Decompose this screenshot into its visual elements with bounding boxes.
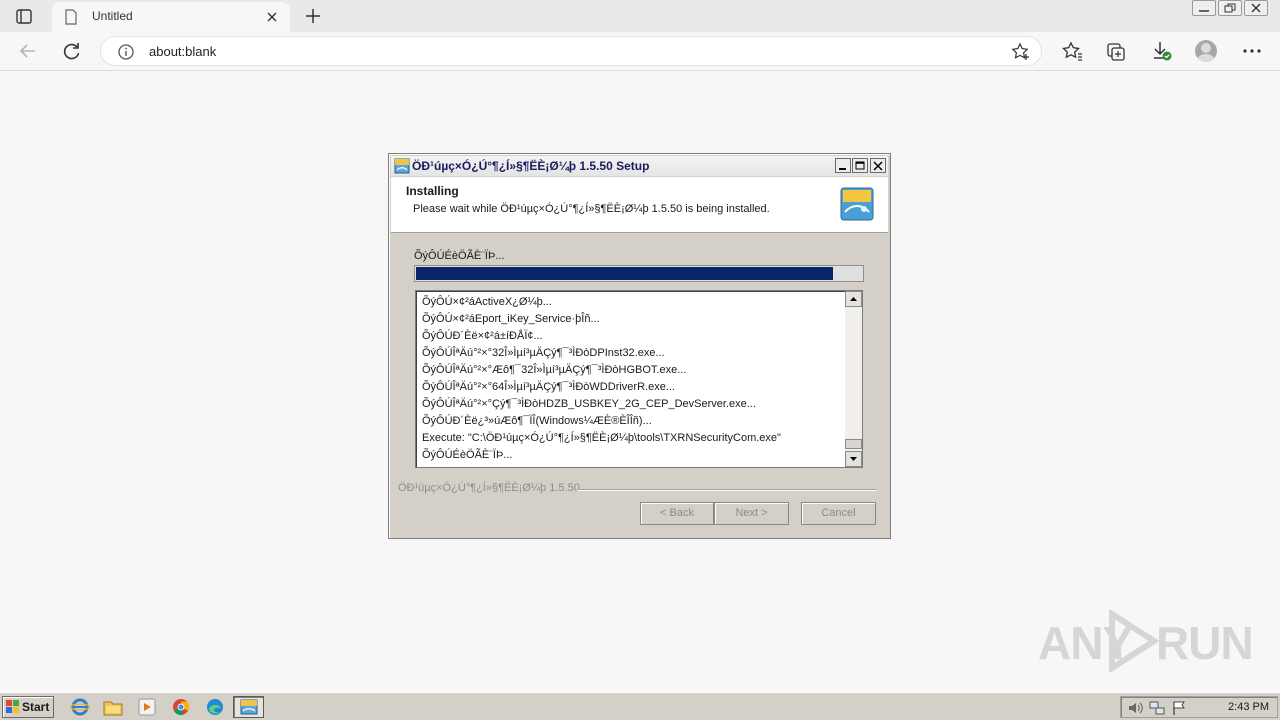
install-status-text: ÕýÔÚÉèÖÃÈ¨ÏÞ... — [414, 250, 505, 262]
network-icon[interactable] — [1149, 700, 1165, 716]
windows-flag-icon — [6, 700, 20, 714]
log-line: ÕýÔÚÎªÄú°²×°64Î»Ìµí³µÄÇý¶¯³ÌÐòWDDriverR.… — [422, 381, 675, 393]
window-controls — [1192, 0, 1268, 18]
browser-toolbar: about:blank — [0, 32, 1280, 71]
anyrun-watermark: ANY RUN — [1038, 608, 1254, 672]
cancel-button[interactable]: Cancel — [801, 502, 876, 525]
favorites-icon[interactable] — [1060, 40, 1084, 62]
action-center-flag-icon[interactable] — [1171, 700, 1187, 716]
volume-icon[interactable] — [1127, 700, 1143, 716]
installer-app-icon — [394, 158, 410, 174]
scroll-up-icon[interactable] — [845, 291, 862, 307]
log-scrollbar[interactable] — [845, 291, 862, 467]
tab-actions-icon[interactable] — [10, 6, 38, 28]
header-title: Installing — [406, 184, 459, 198]
dialog-header: Installing Please wait while ÖÐ¹úµç×Ó¿Ú°… — [391, 177, 888, 233]
new-tab-icon[interactable] — [302, 5, 324, 27]
setup-dialog: ÖÐ¹úµç×Ó¿Ú°¶¿Í»§¶ËÈ¡Ø¼þ 1.5.50 Setup Ins… — [388, 153, 891, 539]
installer-logo-icon — [840, 187, 874, 221]
system-tray: 2:43 PM — [1120, 696, 1278, 718]
dialog-minimize-icon[interactable] — [835, 158, 851, 173]
dialog-title: ÖÐ¹úµç×Ó¿Ú°¶¿Í»§¶ËÈ¡Ø¼þ 1.5.50 Setup — [412, 159, 650, 173]
chrome-icon[interactable] — [171, 698, 191, 716]
dialog-close-icon[interactable] — [870, 158, 886, 173]
refresh-icon[interactable] — [60, 40, 84, 62]
log-line: ÕýÔÚ×¢²áActiveX¿Ø¼þ... — [422, 296, 552, 308]
progress-fill — [416, 267, 833, 280]
start-label: Start — [22, 700, 50, 714]
address-bar[interactable]: about:blank — [100, 36, 1042, 66]
add-favorite-icon[interactable] — [1011, 42, 1031, 62]
header-subtitle: Please wait while ÖÐ¹úµç×Ó¿Ú°¶¿Í»§¶ËÈ¡Ø¼… — [413, 203, 770, 215]
scroll-thumb[interactable] — [845, 439, 862, 449]
ie-icon[interactable] — [69, 698, 91, 716]
taskbar-clock: 2:43 PM — [1228, 701, 1269, 713]
tab-title: Untitled — [92, 9, 133, 23]
restore-icon[interactable] — [1218, 0, 1242, 16]
start-button[interactable]: Start — [2, 696, 54, 718]
log-line: ÕýÔÚÎªÄú°²×°Æô¶¯32Î»Ìµí³µÄÇý¶¯³ÌÐòHGBOT.… — [422, 364, 687, 376]
log-line: ÕýÔÚÐ´Èë×¢²á±íÐÅÏ¢... — [422, 330, 543, 342]
branding-divider — [577, 489, 877, 491]
browser-tab-bar: Untitled — [0, 0, 1280, 32]
back-button[interactable]: < Back — [640, 502, 714, 525]
page-icon — [64, 9, 78, 25]
downloads-icon[interactable] — [1150, 40, 1174, 62]
edge-icon[interactable] — [205, 698, 225, 716]
log-line: ÕýÔÚÉèÖÃÈ¨ÏÞ... — [422, 449, 513, 461]
back-arrow-icon[interactable] — [16, 40, 40, 62]
log-line: ÕýÔÚ×¢²áEport_iKey_Service·þÎñ... — [422, 313, 600, 325]
installer-branding: ÖÐ¹úµç×Ó¿Ú°¶¿Í»§¶ËÈ¡Ø¼þ 1.5.50 — [398, 482, 580, 494]
setup-taskbar-icon — [240, 699, 258, 715]
log-lines: ÕýÔÚ×¢²áActiveX¿Ø¼þ... ÕýÔÚ×¢²áEport_iKey… — [422, 294, 842, 464]
log-line: ÕýÔÚÎªÄú°²×°Çý¶¯³ÌÐòHDZB_USBKEY_2G_CEP_D… — [422, 398, 756, 410]
file-explorer-icon[interactable] — [103, 698, 123, 716]
collections-icon[interactable] — [1104, 40, 1128, 62]
tab-untitled[interactable]: Untitled — [52, 2, 290, 32]
media-player-icon[interactable] — [137, 698, 157, 716]
log-line: ÕýÔÚÐ´Èë¿³»úÆô¶¯ÏÎ(Windows¼ÆÈ®ÈÎÎñ)... — [422, 415, 652, 427]
log-line: Execute: "C:\ÖÐ¹úµç×Ó¿Ú°¶¿Í»§¶ËÈ¡Ø¼þ\too… — [422, 432, 781, 444]
next-button[interactable]: Next > — [714, 502, 789, 525]
info-icon[interactable] — [117, 43, 135, 61]
scroll-down-icon[interactable] — [845, 451, 862, 467]
install-log-list[interactable]: ÕýÔÚ×¢²áActiveX¿Ø¼þ... ÕýÔÚ×¢²áEport_iKey… — [415, 290, 863, 468]
watermark-right: RUN — [1156, 617, 1254, 669]
install-progress-bar — [414, 265, 864, 282]
log-line: ÕýÔÚÎªÄú°²×°32Î»Ìµí³µÄÇý¶¯³ÌÐòDPInst32.e… — [422, 347, 665, 359]
dialog-maximize-icon[interactable] — [852, 158, 868, 173]
address-text: about:blank — [149, 44, 217, 59]
close-tab-icon[interactable] — [264, 9, 280, 25]
minimize-icon[interactable] — [1192, 0, 1216, 16]
dialog-title-bar[interactable]: ÖÐ¹úµç×Ó¿Ú°¶¿Í»§¶ËÈ¡Ø¼þ 1.5.50 Setup — [391, 156, 888, 176]
more-options-icon[interactable] — [1240, 40, 1264, 62]
taskbar-setup-button[interactable] — [233, 696, 264, 718]
close-window-icon[interactable] — [1244, 0, 1268, 16]
taskbar: Start 2:43 PM — [0, 692, 1280, 720]
play-logo-icon — [1109, 610, 1160, 672]
profile-avatar[interactable] — [1195, 40, 1217, 62]
